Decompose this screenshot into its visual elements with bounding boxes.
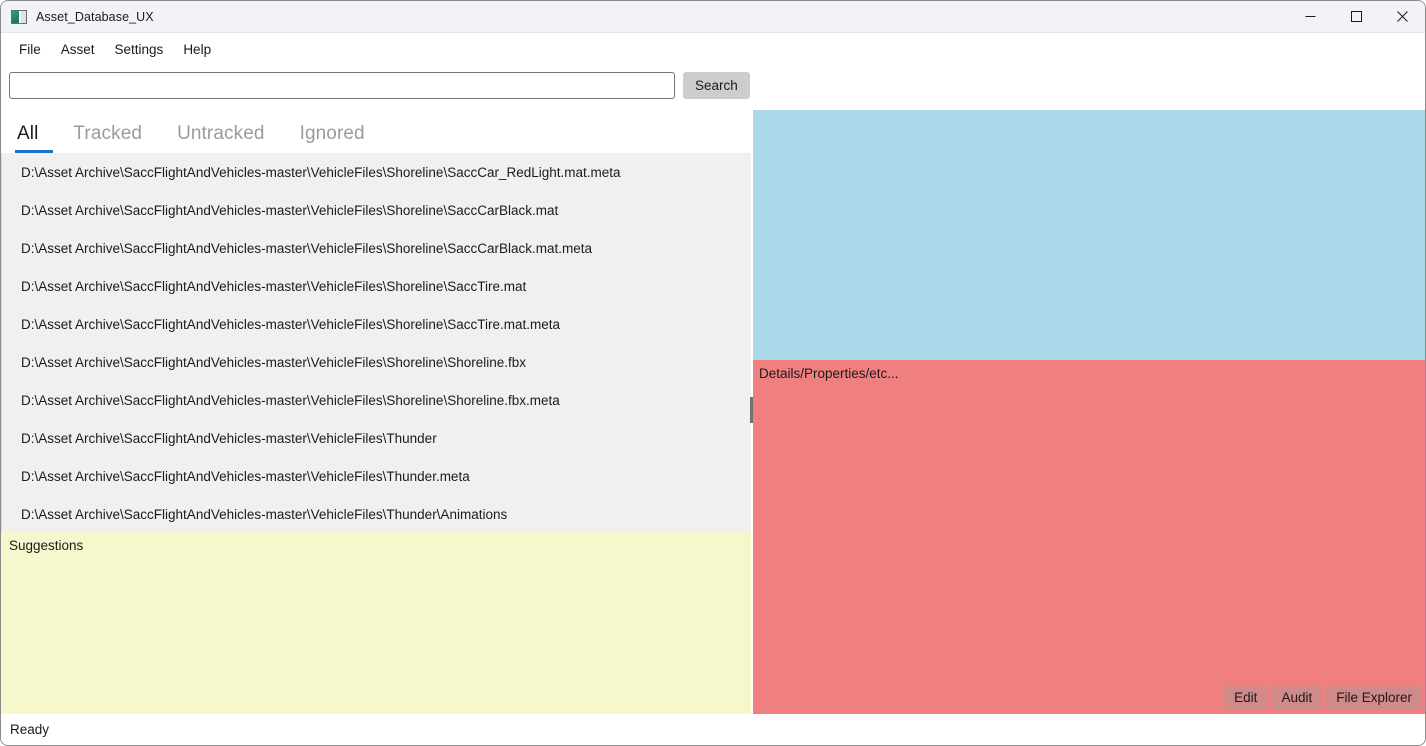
- menu-item-asset[interactable]: Asset: [51, 38, 105, 61]
- list-item[interactable]: D:\Asset Archive\SaccFlightAndVehicles-m…: [2, 381, 751, 419]
- search-button[interactable]: Search: [683, 72, 750, 99]
- menu-item-file[interactable]: File: [9, 38, 51, 61]
- list-item[interactable]: D:\Asset Archive\SaccFlightAndVehicles-m…: [2, 191, 751, 229]
- app-window-icon: [11, 9, 27, 24]
- search-input[interactable]: [9, 72, 675, 99]
- details-action-bar: Edit Audit File Explorer: [1224, 686, 1422, 709]
- edit-button[interactable]: Edit: [1224, 686, 1268, 709]
- details-title: Details/Properties/etc...: [759, 366, 899, 381]
- tab-tracked[interactable]: Tracked: [71, 124, 157, 153]
- list-item[interactable]: D:\Asset Archive\SaccFlightAndVehicles-m…: [2, 457, 751, 495]
- list-item[interactable]: D:\Asset Archive\SaccFlightAndVehicles-m…: [2, 229, 751, 267]
- tab-all[interactable]: All: [15, 124, 54, 153]
- status-text: Ready: [10, 722, 50, 737]
- search-bar: Search: [1, 66, 1425, 105]
- audit-button[interactable]: Audit: [1271, 686, 1323, 709]
- title-bar-left: Asset_Database_UX: [1, 9, 154, 24]
- close-icon[interactable]: [1379, 1, 1425, 32]
- list-item[interactable]: D:\Asset Archive\SaccFlightAndVehicles-m…: [2, 495, 751, 532]
- suggestions-title: Suggestions: [9, 538, 84, 553]
- main-content: All Tracked Untracked Ignored D:\Asset A…: [1, 105, 1425, 714]
- menu-bar: File Asset Settings Help: [1, 33, 1425, 66]
- right-panel: Details/Properties/etc... Edit Audit Fil…: [753, 105, 1425, 714]
- list-item[interactable]: D:\Asset Archive\SaccFlightAndVehicles-m…: [2, 153, 751, 191]
- window-title: Asset_Database_UX: [36, 9, 154, 24]
- list-item[interactable]: D:\Asset Archive\SaccFlightAndVehicles-m…: [2, 305, 751, 343]
- details-pane: Details/Properties/etc... Edit Audit Fil…: [753, 360, 1425, 714]
- left-panel: All Tracked Untracked Ignored D:\Asset A…: [1, 105, 751, 714]
- maximize-icon[interactable]: [1333, 1, 1379, 32]
- list-item[interactable]: D:\Asset Archive\SaccFlightAndVehicles-m…: [2, 267, 751, 305]
- app-window: Asset_Database_UX File Asset Settings He…: [0, 0, 1426, 746]
- preview-pane[interactable]: [753, 110, 1425, 360]
- list-item[interactable]: D:\Asset Archive\SaccFlightAndVehicles-m…: [2, 419, 751, 457]
- file-explorer-button[interactable]: File Explorer: [1326, 686, 1422, 709]
- menu-item-settings[interactable]: Settings: [105, 38, 174, 61]
- menu-item-help[interactable]: Help: [173, 38, 221, 61]
- tab-untracked[interactable]: Untracked: [175, 124, 280, 153]
- asset-list[interactable]: D:\Asset Archive\SaccFlightAndVehicles-m…: [1, 153, 751, 532]
- title-bar: Asset_Database_UX: [1, 1, 1425, 33]
- tab-ignored[interactable]: Ignored: [298, 124, 380, 153]
- suggestions-panel: Suggestions: [1, 532, 751, 714]
- minimize-icon[interactable]: [1287, 1, 1333, 32]
- list-item[interactable]: D:\Asset Archive\SaccFlightAndVehicles-m…: [2, 343, 751, 381]
- window-controls: [1287, 1, 1425, 32]
- status-bar: Ready: [1, 714, 1425, 745]
- filter-tabs: All Tracked Untracked Ignored: [1, 105, 751, 153]
